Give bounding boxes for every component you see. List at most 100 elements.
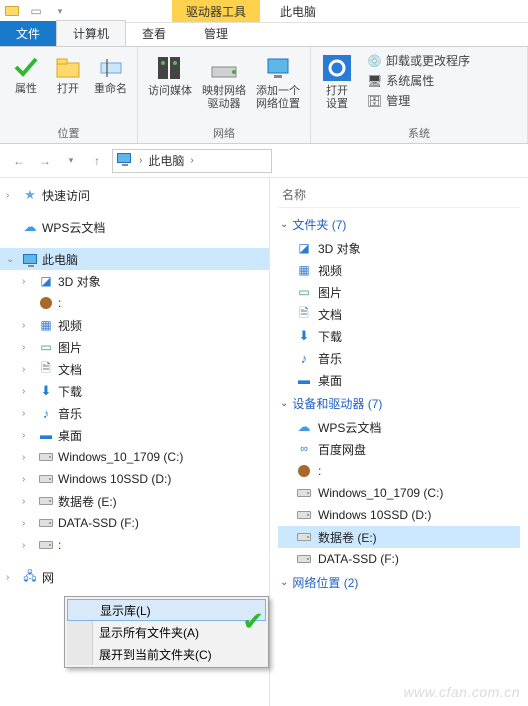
nut-icon <box>296 463 312 479</box>
btn-system-properties[interactable]: 🖥系统属性 <box>363 71 474 90</box>
ribbon-tab-strip: 文件 计算机 查看 管理 <box>0 23 528 47</box>
breadcrumb-arrow-2[interactable]: › <box>188 155 195 166</box>
tree-drive-e[interactable]: ›数据卷 (E:) <box>0 490 269 512</box>
tree-quick-access[interactable]: ›★快速访问 <box>0 184 269 206</box>
tree-pictures[interactable]: ›▭图片 <box>0 336 269 358</box>
tree-drive-f[interactable]: ›DATA-SSD (F:) <box>0 512 269 534</box>
star-icon: ★ <box>22 187 38 203</box>
watermark: www.cfan.com.cn <box>404 684 520 700</box>
btn-map-drive[interactable]: 映射网络 驱动器 <box>198 51 250 113</box>
music-icon: ♪ <box>38 405 54 421</box>
tree-wps-cloud[interactable]: ☁WPS云文档 <box>0 216 269 238</box>
window-title: 此电脑 <box>260 3 336 20</box>
drive-icon <box>296 551 312 567</box>
tree-downloads[interactable]: ›⬇下载 <box>0 380 269 402</box>
ribbon-group-location: 属性 打开 重命名 位置 <box>0 47 138 143</box>
item-music[interactable]: ♪音乐 <box>278 347 520 369</box>
tree-music[interactable]: ›♪音乐 <box>0 402 269 424</box>
tree-drive-c[interactable]: ›Windows_10_1709 (C:) <box>0 446 269 468</box>
breadcrumb-this-pc[interactable]: 此电脑 <box>144 152 188 169</box>
nav-up[interactable]: ↑ <box>86 150 108 172</box>
address-bar: ← → ▾ ↑ › 此电脑 › <box>0 144 528 178</box>
media-server-icon <box>152 53 188 83</box>
monitor-icon: 🖥 <box>367 74 382 88</box>
item-desktop[interactable]: ▬桌面 <box>278 369 520 391</box>
checkmark-properties-icon <box>12 53 40 81</box>
item-drive-d[interactable]: Windows 10SSD (D:) <box>278 504 520 526</box>
btn-manage[interactable]: 🗄管理 <box>363 91 474 110</box>
breadcrumb-arrow-1[interactable]: › <box>137 155 144 166</box>
network-icon: 🖧 <box>22 569 38 585</box>
qat-icon-box[interactable]: ▭ <box>24 0 48 22</box>
item-wps-cloud[interactable]: ☁WPS云文档 <box>278 416 520 438</box>
contextual-tab-drive-tools[interactable]: 驱动器工具 <box>172 0 260 22</box>
menu-show-libraries[interactable]: 显示库(L) <box>67 599 266 621</box>
monitor-icon <box>22 251 38 267</box>
menu-show-all-folders[interactable]: 显示所有文件夹(A) <box>67 621 266 643</box>
drive-icon <box>38 471 54 487</box>
item-drive-e[interactable]: 数据卷 (E:) <box>278 526 520 548</box>
file-list[interactable]: 名称 ⌄文件夹 (7) ◪3D 对象 ▦视频 ▭图片 🗎文档 ⬇下载 ♪音乐 ▬… <box>270 178 528 706</box>
tree-unknown[interactable]: : <box>0 292 269 314</box>
ribbon-group-system: 打开 设置 💿卸载或更改程序 🖥系统属性 🗄管理 系统 <box>311 47 528 143</box>
picture-icon: ▭ <box>296 284 312 300</box>
menu-expand-current[interactable]: 展开到当前文件夹(C) <box>67 643 266 665</box>
qat-icon-app[interactable] <box>0 0 24 22</box>
btn-add-network-location[interactable]: 添加一个 网络位置 <box>252 51 304 113</box>
group-folders[interactable]: ⌄文件夹 (7) <box>278 212 520 237</box>
tree-3d-objects[interactable]: ›◪3D 对象 <box>0 270 269 292</box>
btn-rename[interactable]: 重命名 <box>90 51 131 98</box>
film-icon: ▦ <box>38 317 54 333</box>
nav-history-dropdown[interactable]: ▾ <box>60 150 82 172</box>
nav-forward[interactable]: → <box>34 150 56 172</box>
item-drive-f[interactable]: DATA-SSD (F:) <box>278 548 520 570</box>
ribbon-group-network: 访问媒体 映射网络 驱动器 添加一个 网络位置 网络 <box>138 47 311 143</box>
item-3d-objects[interactable]: ◪3D 对象 <box>278 237 520 259</box>
desktop-icon: ▬ <box>296 372 312 388</box>
cube-icon: ◪ <box>296 240 312 256</box>
btn-access-media[interactable]: 访问媒体 <box>144 51 196 113</box>
breadcrumb[interactable]: › 此电脑 › <box>112 149 272 173</box>
item-nut[interactable]: : <box>278 460 520 482</box>
settings-gear-icon <box>321 53 353 83</box>
item-videos[interactable]: ▦视频 <box>278 259 520 281</box>
qat-dropdown[interactable]: ▾ <box>48 0 72 22</box>
drive-icon <box>296 507 312 523</box>
group-network-locations[interactable]: ⌄网络位置 (2) <box>278 570 520 595</box>
item-baidu-pan[interactable]: ∞百度网盘 <box>278 438 520 460</box>
item-pictures[interactable]: ▭图片 <box>278 281 520 303</box>
btn-uninstall-programs[interactable]: 💿卸载或更改程序 <box>363 51 474 70</box>
tab-computer[interactable]: 计算机 <box>56 20 126 46</box>
tree-drive-d[interactable]: ›Windows 10SSD (D:) <box>0 468 269 490</box>
column-header-name[interactable]: 名称 <box>278 184 520 208</box>
drive-icon <box>38 537 54 553</box>
tree-this-pc[interactable]: ⌄此电脑 <box>0 248 269 270</box>
item-downloads[interactable]: ⬇下载 <box>278 325 520 347</box>
download-icon: ⬇ <box>296 328 312 344</box>
btn-open-settings[interactable]: 打开 设置 <box>317 51 357 113</box>
uninstall-icon: 💿 <box>367 54 382 68</box>
context-menu: 显示库(L) 显示所有文件夹(A) 展开到当前文件夹(C) ✔ <box>64 596 269 668</box>
music-icon: ♪ <box>296 350 312 366</box>
nut-icon <box>38 295 54 311</box>
btn-open[interactable]: 打开 <box>48 51 88 98</box>
tab-manage[interactable]: 管理 <box>188 21 244 46</box>
tree-videos[interactable]: ›▦视频 <box>0 314 269 336</box>
item-documents[interactable]: 🗎文档 <box>278 303 520 325</box>
tree-documents[interactable]: ›🗎文档 <box>0 358 269 380</box>
film-icon: ▦ <box>296 262 312 278</box>
tab-view[interactable]: 查看 <box>126 21 182 46</box>
drive-network-icon <box>206 53 242 83</box>
tab-file[interactable]: 文件 <box>0 21 56 46</box>
folder-open-icon <box>54 53 82 81</box>
tree-desktop[interactable]: ›▬桌面 <box>0 424 269 446</box>
breadcrumb-pc-icon <box>117 153 133 169</box>
btn-properties[interactable]: 属性 <box>6 51 46 98</box>
desktop-icon: ▬ <box>38 427 54 443</box>
tree-blank[interactable]: ›: <box>0 534 269 556</box>
cloud-icon: ☁ <box>22 219 38 235</box>
tree-network[interactable]: ›🖧网 <box>0 566 269 588</box>
item-drive-c[interactable]: Windows_10_1709 (C:) <box>278 482 520 504</box>
nav-back[interactable]: ← <box>8 150 30 172</box>
group-drives[interactable]: ⌄设备和驱动器 (7) <box>278 391 520 416</box>
